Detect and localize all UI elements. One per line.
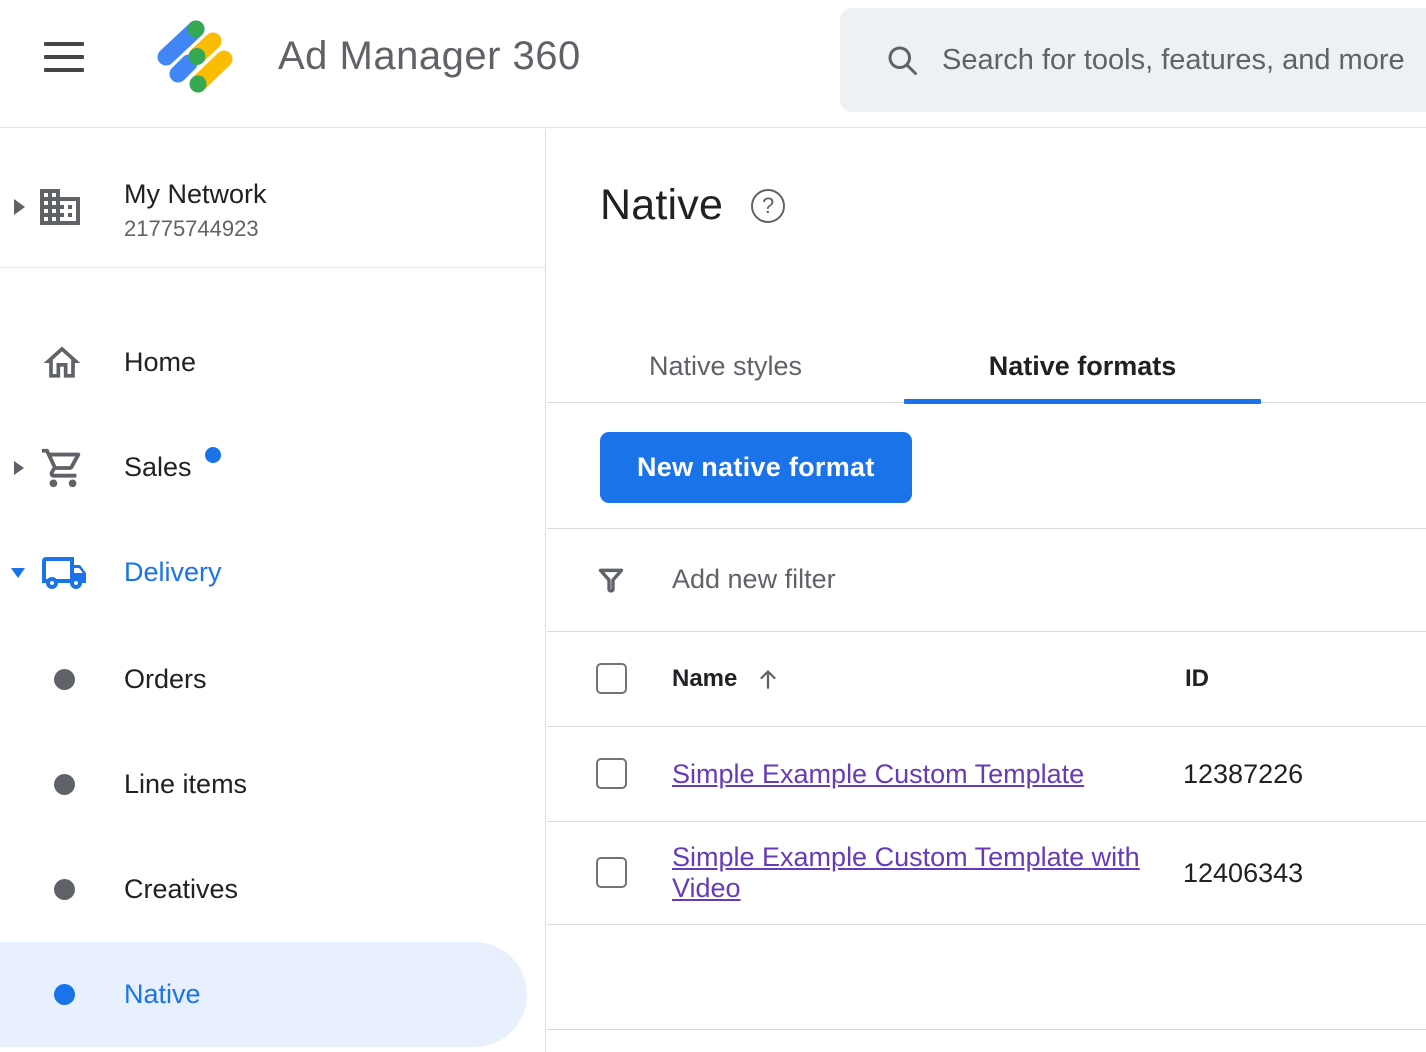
top-app-bar: Ad Manager 360 Search for tools, feature…: [0, 0, 1426, 128]
building-icon: [36, 183, 84, 231]
page-title: Native: [600, 181, 723, 230]
filter-bar[interactable]: Add new filter: [547, 528, 1426, 632]
chevron-right-icon: [14, 199, 25, 215]
table-row: Simple Example Custom Template with Vide…: [547, 822, 1426, 925]
main-content: Native ? Native styles Native formats Ne…: [547, 129, 1426, 1052]
new-native-format-button[interactable]: New native format: [600, 432, 912, 503]
column-header-name[interactable]: Name: [672, 665, 737, 693]
sidebar-item-label: Sales: [124, 452, 192, 483]
sort-ascending-icon: [753, 664, 783, 694]
truck-icon: [40, 549, 88, 597]
row-checkbox[interactable]: [596, 758, 627, 789]
native-format-link[interactable]: Simple Example Custom Template: [672, 759, 1084, 789]
sidebar-item-line-items[interactable]: Line items: [0, 732, 546, 837]
sidebar-item-label: Home: [124, 347, 196, 378]
active-tab-underline: [904, 399, 1261, 404]
network-name: My Network: [124, 179, 267, 210]
sidebar-item-label: Line items: [124, 769, 247, 800]
format-id: 12387226: [1183, 759, 1303, 790]
network-id: 21775744923: [124, 216, 267, 242]
table-empty-row: [547, 925, 1426, 1030]
search-icon: [884, 42, 920, 78]
menu-icon[interactable]: [44, 42, 84, 78]
sidebar-item-label: Creatives: [124, 874, 238, 905]
tab-bar: Native styles Native formats: [547, 330, 1426, 403]
sidebar-item-label: Orders: [124, 664, 207, 695]
sidebar-nav: My Network 21775744923 Home Sales Deliv: [0, 129, 546, 1052]
notification-dot: [205, 447, 221, 463]
select-all-checkbox[interactable]: [596, 663, 627, 694]
sidebar-item-orders[interactable]: Orders: [0, 627, 546, 732]
sidebar-item-label: Delivery: [124, 557, 222, 588]
tab-label: Native styles: [649, 351, 802, 382]
app-title: Ad Manager 360: [278, 34, 581, 79]
format-id: 12406343: [1183, 858, 1303, 889]
sidebar-item-creatives[interactable]: Creatives: [0, 837, 546, 942]
network-selector[interactable]: My Network 21775744923: [0, 149, 545, 265]
home-icon: [40, 341, 84, 385]
sidebar-item-home[interactable]: Home: [0, 310, 546, 415]
network-info: My Network 21775744923: [124, 179, 267, 242]
search-input[interactable]: Search for tools, features, and more: [840, 8, 1426, 112]
search-placeholder: Search for tools, features, and more: [942, 44, 1405, 77]
chevron-down-icon: [11, 568, 25, 578]
table-header-row: Name ID: [547, 632, 1426, 727]
column-header-id[interactable]: ID: [1185, 665, 1209, 693]
sidebar-item-delivery[interactable]: Delivery: [0, 520, 546, 625]
sidebar-item-native[interactable]: Native: [0, 942, 546, 1047]
bullet-icon: [54, 774, 75, 795]
native-format-link[interactable]: Simple Example Custom Template with Vide…: [672, 842, 1140, 903]
filter-funnel-icon: [594, 563, 628, 597]
page-header: Native ?: [600, 181, 785, 230]
tab-label: Native formats: [989, 351, 1177, 382]
sidebar-divider: [0, 267, 545, 268]
sidebar-item-sales[interactable]: Sales: [0, 415, 546, 520]
bullet-icon: [54, 879, 75, 900]
ad-manager-app: Ad Manager 360 Search for tools, feature…: [0, 0, 1426, 1052]
help-icon[interactable]: ?: [751, 189, 785, 223]
tab-native-formats[interactable]: Native formats: [904, 330, 1261, 403]
bullet-icon: [54, 669, 75, 690]
bullet-icon: [54, 984, 75, 1005]
tab-native-styles[interactable]: Native styles: [547, 330, 904, 403]
chevron-right-icon: [14, 461, 24, 475]
add-filter-placeholder: Add new filter: [672, 564, 836, 595]
table-row: Simple Example Custom Template 12387226: [547, 727, 1426, 822]
row-checkbox[interactable]: [596, 857, 627, 888]
sidebar-item-label: Native: [124, 979, 201, 1010]
shopping-cart-icon: [40, 445, 86, 491]
ad-manager-logo-icon: [150, 10, 250, 114]
